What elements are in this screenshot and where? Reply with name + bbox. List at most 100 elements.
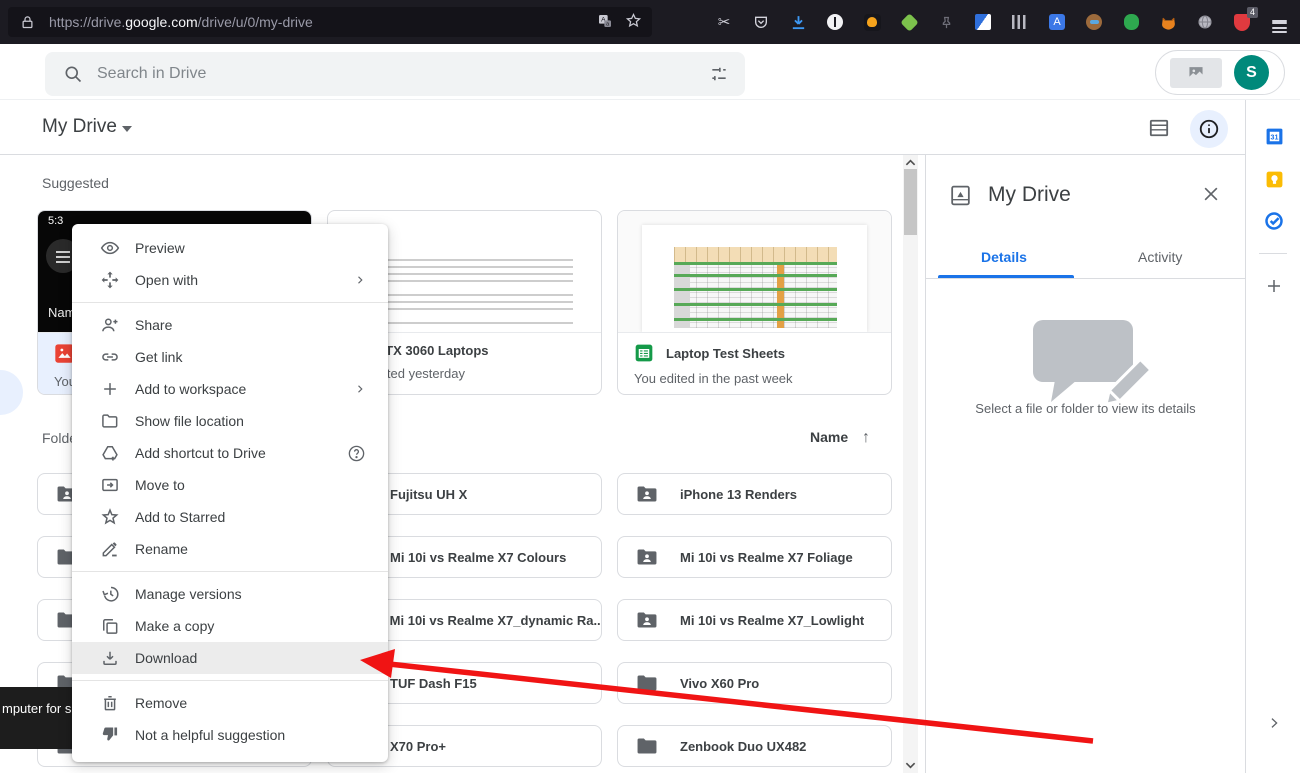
lock-icon[interactable] bbox=[20, 15, 35, 30]
monkey-icon[interactable] bbox=[1085, 13, 1103, 31]
details-panel-title: My Drive bbox=[988, 183, 1071, 207]
extension-badge: 4 bbox=[1247, 7, 1258, 18]
fence-icon[interactable] bbox=[1011, 13, 1029, 31]
green-pill-icon[interactable] bbox=[1122, 13, 1140, 31]
collapse-panel-chevron-icon[interactable] bbox=[1264, 713, 1284, 733]
orange-extension-icon[interactable] bbox=[863, 13, 881, 31]
carousel-scroll-button[interactable] bbox=[0, 370, 23, 415]
translate-icon[interactable]: Aa bbox=[597, 13, 613, 32]
blue-capture-icon[interactable] bbox=[974, 13, 992, 31]
pocket-icon[interactable] bbox=[752, 13, 770, 31]
menu-item-not-helpful[interactable]: Not a helpful suggestion bbox=[72, 719, 388, 751]
pin-icon[interactable] bbox=[937, 13, 955, 31]
thumb-down-icon bbox=[100, 725, 120, 745]
folder-card-iphone13[interactable]: iPhone 13 Renders bbox=[617, 473, 892, 515]
url-bar[interactable]: https://drive.google.com/drive/u/0/my-dr… bbox=[8, 7, 652, 37]
broken-image-icon bbox=[1170, 58, 1222, 88]
move-to-icon bbox=[100, 475, 120, 495]
svg-text:a: a bbox=[606, 21, 609, 27]
plus-icon bbox=[100, 379, 120, 399]
calendar-icon[interactable]: 31 bbox=[1264, 126, 1284, 146]
menu-divider bbox=[72, 571, 388, 572]
fox-icon[interactable] bbox=[1159, 13, 1177, 31]
avatar[interactable]: S bbox=[1234, 55, 1269, 90]
menu-item-rename[interactable]: Rename bbox=[72, 533, 388, 565]
tab-activity[interactable]: Activity bbox=[1138, 249, 1182, 265]
menu-item-open-with[interactable]: Open with bbox=[72, 264, 388, 296]
video-duration: 5:3 bbox=[48, 215, 63, 227]
bookmark-star-icon[interactable] bbox=[625, 12, 642, 32]
page-title[interactable]: My Drive bbox=[42, 116, 117, 138]
folder-icon bbox=[636, 737, 658, 755]
browser-menu-icon[interactable] bbox=[1270, 13, 1288, 31]
download-manager-icon[interactable] bbox=[789, 13, 807, 31]
scrollbar-thumb[interactable] bbox=[904, 169, 917, 235]
chevron-down-icon[interactable] bbox=[122, 126, 132, 132]
copy-icon bbox=[100, 616, 120, 636]
add-apps-icon[interactable] bbox=[1264, 276, 1284, 296]
menu-item-get-link[interactable]: Get link bbox=[72, 341, 388, 373]
browser-toolbar: https://drive.google.com/drive/u/0/my-dr… bbox=[0, 0, 1300, 44]
menu-item-add-shortcut[interactable]: Add shortcut to Drive bbox=[72, 437, 388, 469]
open-with-icon bbox=[100, 270, 120, 290]
screenshot-scissors-icon[interactable]: ✂ bbox=[715, 13, 733, 31]
context-menu: Preview Open with Share Get link Add to … bbox=[72, 224, 388, 762]
folder-card-vivo-x60[interactable]: Vivo X60 Pro bbox=[617, 662, 892, 704]
menu-item-preview[interactable]: Preview bbox=[72, 232, 388, 264]
menu-item-show-file-location[interactable]: Show file location bbox=[72, 405, 388, 437]
tasks-icon[interactable] bbox=[1264, 211, 1284, 231]
spreadsheet-thumbnail[interactable] bbox=[618, 211, 891, 333]
menu-item-download[interactable]: Download bbox=[72, 642, 388, 674]
drive-shortcut-icon bbox=[100, 443, 120, 463]
side-apps-rail: 31 bbox=[1245, 100, 1300, 773]
menu-item-move-to[interactable]: Move to bbox=[72, 469, 388, 501]
close-icon[interactable] bbox=[1201, 184, 1221, 209]
search-bar[interactable] bbox=[45, 52, 745, 96]
folder-card-lowlight[interactable]: Mi 10i vs Realme X7_Lowlight bbox=[617, 599, 892, 641]
folder-card-foliage[interactable]: Mi 10i vs Realme X7 Foliage bbox=[617, 536, 892, 578]
tab-details[interactable]: Details bbox=[981, 249, 1027, 265]
details-info-button[interactable] bbox=[1190, 110, 1228, 148]
search-options-icon[interactable] bbox=[709, 64, 729, 84]
translate-extension-icon[interactable]: A bbox=[1048, 13, 1066, 31]
menu-item-share[interactable]: Share bbox=[72, 309, 388, 341]
menu-item-make-a-copy[interactable]: Make a copy bbox=[72, 610, 388, 642]
folder-icon bbox=[636, 674, 658, 692]
details-panel: My Drive Details Activity Select a file … bbox=[925, 155, 1245, 773]
tabs-divider bbox=[926, 278, 1246, 279]
dark-reader-icon[interactable] bbox=[826, 13, 844, 31]
menu-item-add-to-starred[interactable]: Add to Starred bbox=[72, 501, 388, 533]
menu-item-manage-versions[interactable]: Manage versions bbox=[72, 578, 388, 610]
keep-icon[interactable] bbox=[1264, 169, 1284, 189]
globe-icon[interactable] bbox=[1196, 13, 1214, 31]
page-toolbar: My Drive bbox=[0, 100, 1245, 155]
rail-divider bbox=[1259, 253, 1287, 254]
extension-icons: ✂ A 4 bbox=[715, 0, 1288, 44]
main-scrollbar[interactable] bbox=[903, 155, 918, 773]
folder-icon bbox=[100, 411, 120, 431]
screen: https://drive.google.com/drive/u/0/my-dr… bbox=[0, 0, 1300, 773]
download-icon bbox=[100, 648, 120, 668]
folder-card-zenbook-duo[interactable]: Zenbook Duo UX482 bbox=[617, 725, 892, 767]
suggested-card-spreadsheet[interactable]: Laptop Test Sheets You edited in the pas… bbox=[617, 210, 892, 395]
folder-shared-icon bbox=[636, 548, 658, 566]
star-icon bbox=[100, 507, 120, 527]
shield-adblock-icon[interactable]: 4 bbox=[1233, 13, 1251, 31]
sort-by-name[interactable]: Name ↑ bbox=[810, 429, 870, 447]
search-input[interactable] bbox=[97, 65, 709, 83]
menu-item-add-to-workspace[interactable]: Add to workspace bbox=[72, 373, 388, 405]
trash-icon bbox=[100, 693, 120, 713]
menu-item-remove[interactable]: Remove bbox=[72, 687, 388, 719]
help-circle-icon[interactable] bbox=[347, 444, 366, 463]
search-icon[interactable] bbox=[63, 64, 83, 84]
list-view-icon[interactable] bbox=[1148, 118, 1170, 138]
scroll-up-icon[interactable] bbox=[905, 158, 916, 167]
pencil-icon bbox=[100, 539, 120, 559]
download-tooltip: mputer for s bbox=[0, 687, 80, 749]
account-area: S bbox=[1155, 50, 1285, 95]
scroll-down-icon[interactable] bbox=[905, 761, 916, 770]
link-icon bbox=[100, 347, 120, 367]
feedly-icon[interactable] bbox=[900, 13, 918, 31]
submenu-chevron-icon bbox=[354, 383, 366, 395]
folder-shared-icon bbox=[636, 611, 658, 629]
